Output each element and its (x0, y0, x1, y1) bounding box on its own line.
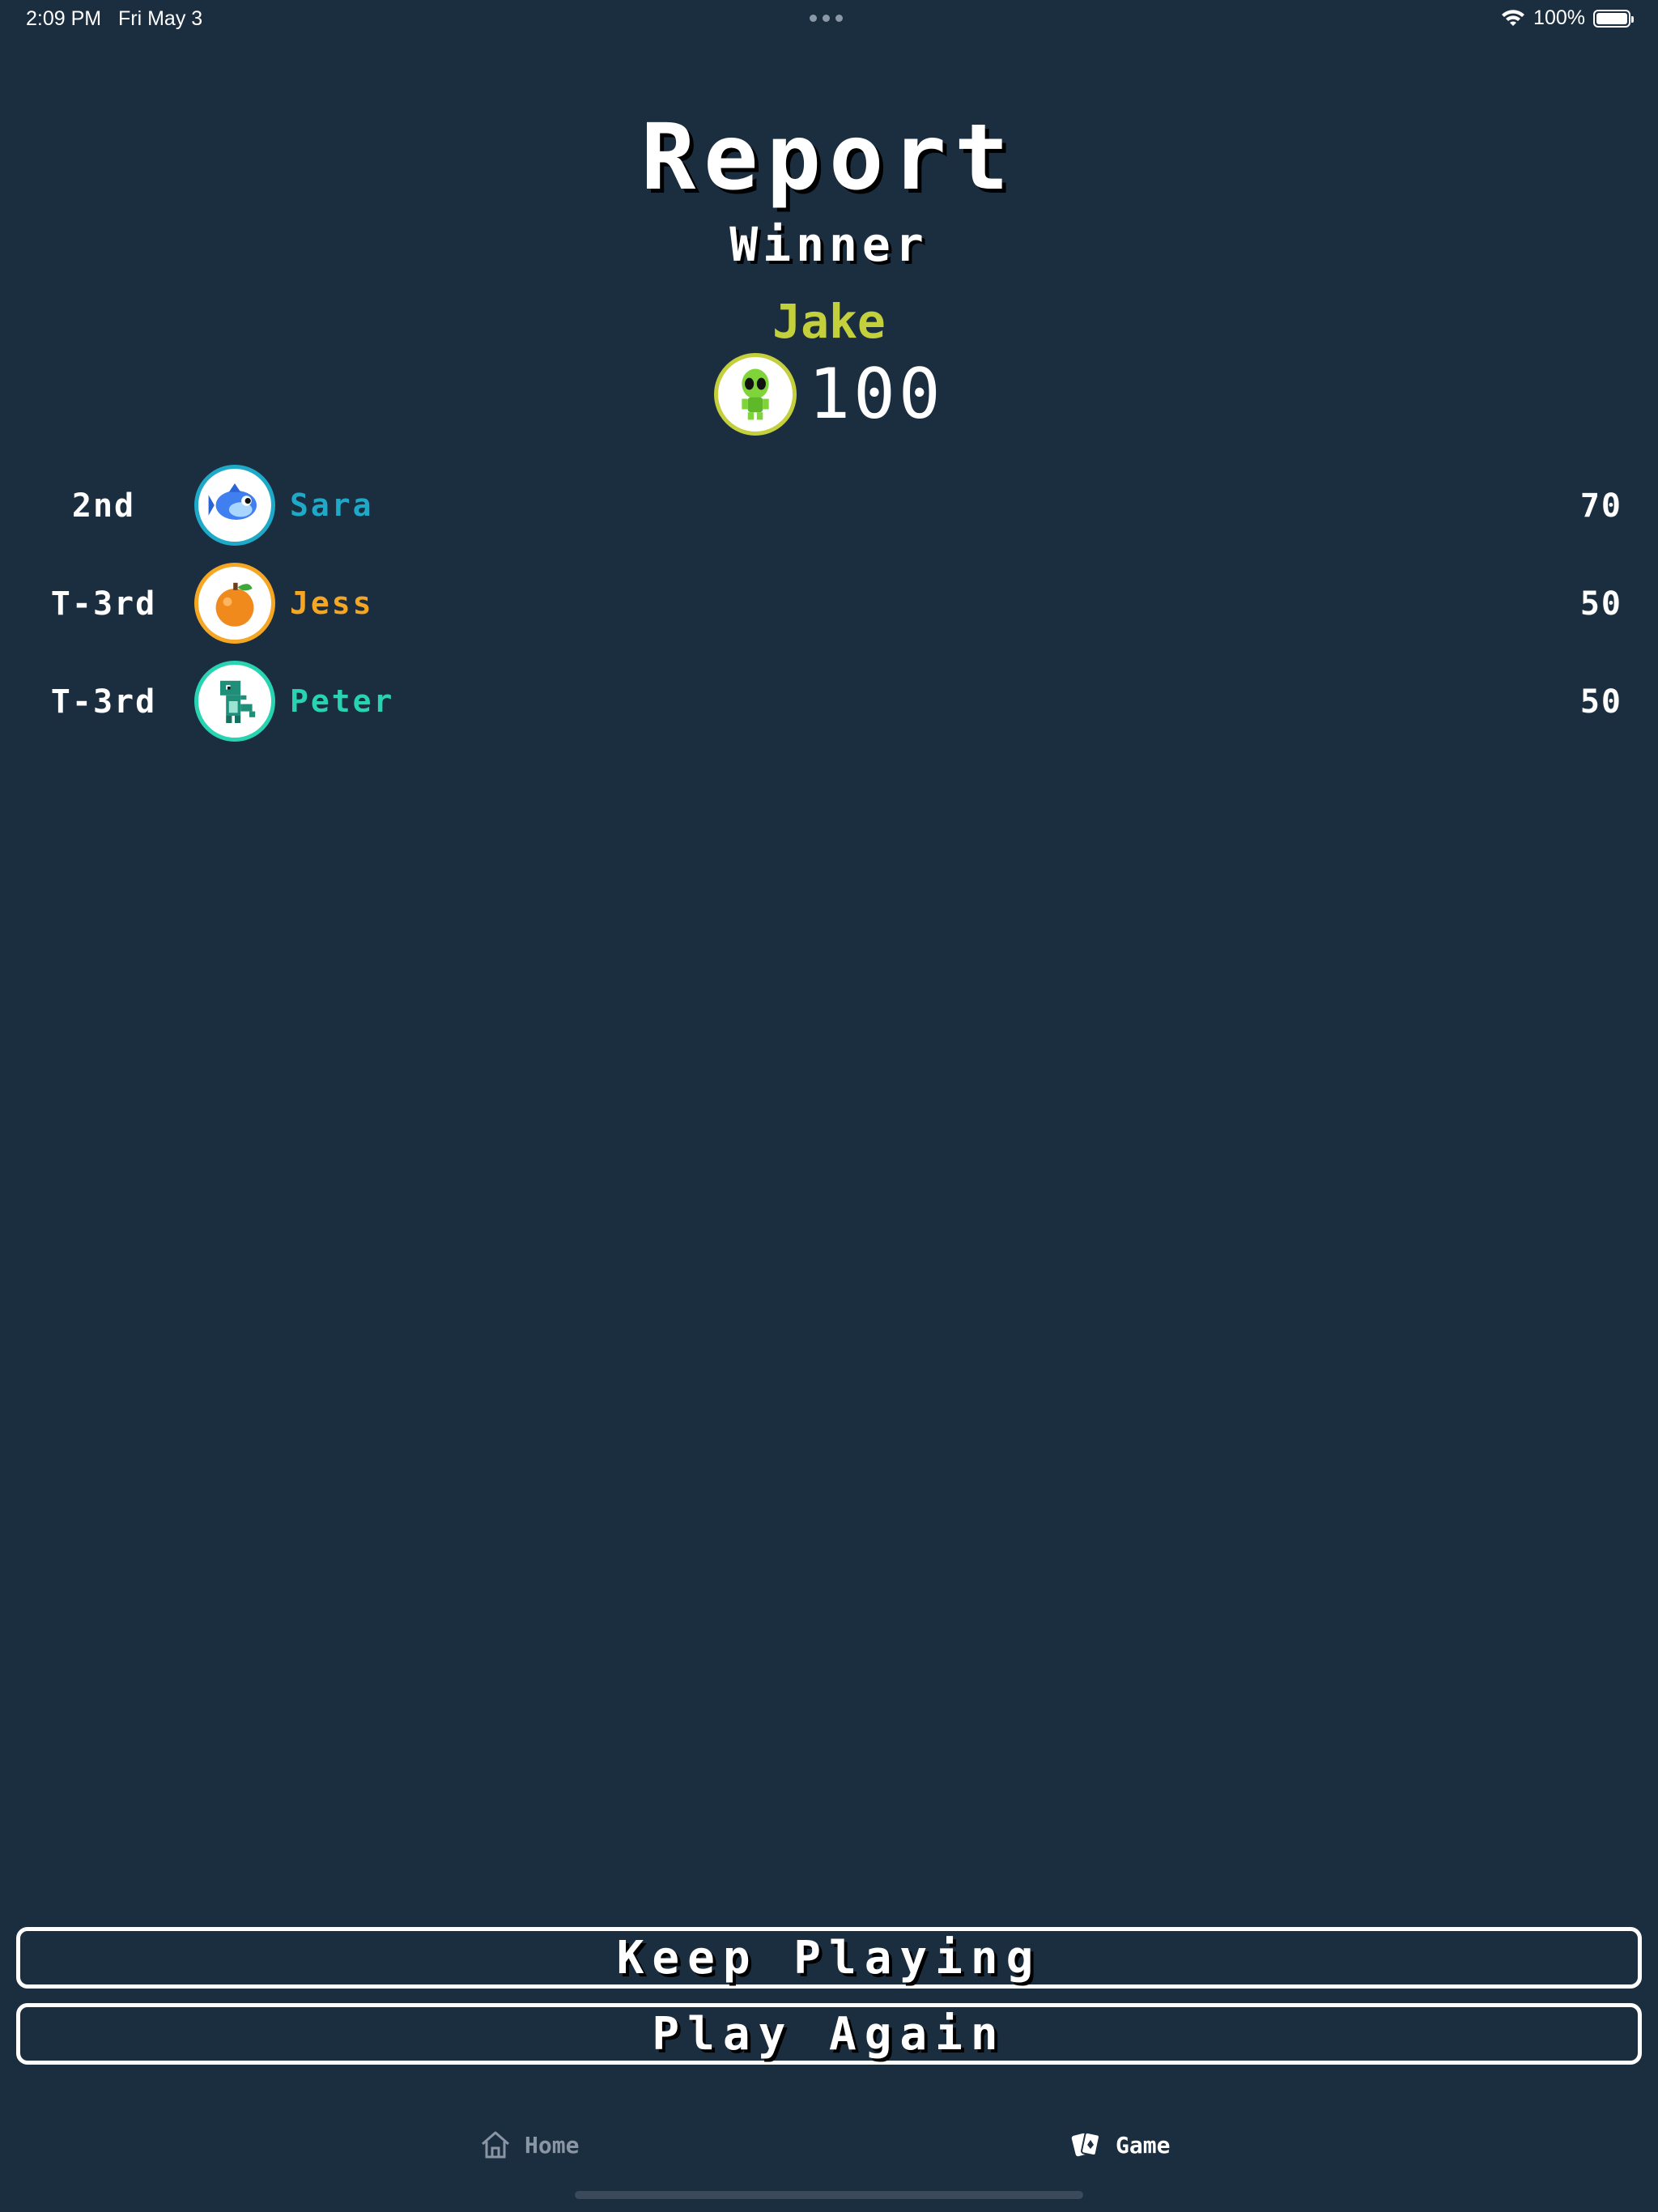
tab-home-label: Home (525, 2131, 580, 2159)
player-name: Peter (290, 683, 395, 719)
status-time: 2:09 PM (26, 7, 102, 30)
player-avatar (194, 465, 275, 546)
player-score: 50 (1579, 683, 1622, 721)
dinosaur-icon (220, 680, 256, 723)
play-again-button[interactable]: Play Again (16, 2003, 1642, 2065)
winner-avatar (714, 353, 797, 436)
rank-label: T-3rd (50, 683, 157, 721)
orange-icon (215, 582, 254, 627)
alien-icon (742, 368, 769, 420)
page-title: Report (640, 105, 1018, 211)
rank-label: T-3rd (50, 585, 157, 623)
winner-heading: Winner (729, 217, 929, 272)
player-score: 50 (1579, 585, 1622, 623)
tab-bar: Home Game (0, 2121, 1658, 2178)
winner-score-row: 100 (0, 353, 1658, 436)
player-avatar (194, 661, 275, 742)
tab-game-label: Game (1116, 2131, 1171, 2159)
status-bar: 2:09 PM Fri May 3 100% (0, 0, 1658, 39)
keep-playing-button[interactable]: Keep Playing (16, 1927, 1642, 1989)
battery-icon (1593, 9, 1634, 28)
winner-score: 100 (808, 354, 944, 435)
cards-icon (1071, 2131, 1100, 2157)
ranking-row: T-3rd Peter 50 (0, 661, 1658, 742)
winner-name: Jake (772, 294, 886, 349)
player-score: 70 (1579, 487, 1622, 525)
ranking-row: 2nd Sara 70 (0, 465, 1658, 546)
rank-label: 2nd (71, 487, 136, 525)
tab-home[interactable]: Home (479, 2129, 579, 2160)
status-date: Fri May 3 (118, 7, 203, 30)
player-name: Jess (290, 585, 374, 621)
tab-game[interactable]: Game (1070, 2129, 1170, 2160)
multitasking-dots-icon[interactable] (810, 15, 843, 22)
house-icon (482, 2131, 509, 2159)
home-indicator[interactable] (575, 2191, 1083, 2199)
status-right: 100% (1501, 6, 1634, 30)
wifi-icon (1502, 9, 1525, 26)
fish-icon (208, 483, 257, 520)
player-name: Sara (290, 487, 374, 523)
battery-percent: 100% (1533, 6, 1585, 29)
player-avatar (194, 563, 275, 644)
ranking-row: T-3rd Jess 50 (0, 563, 1658, 644)
